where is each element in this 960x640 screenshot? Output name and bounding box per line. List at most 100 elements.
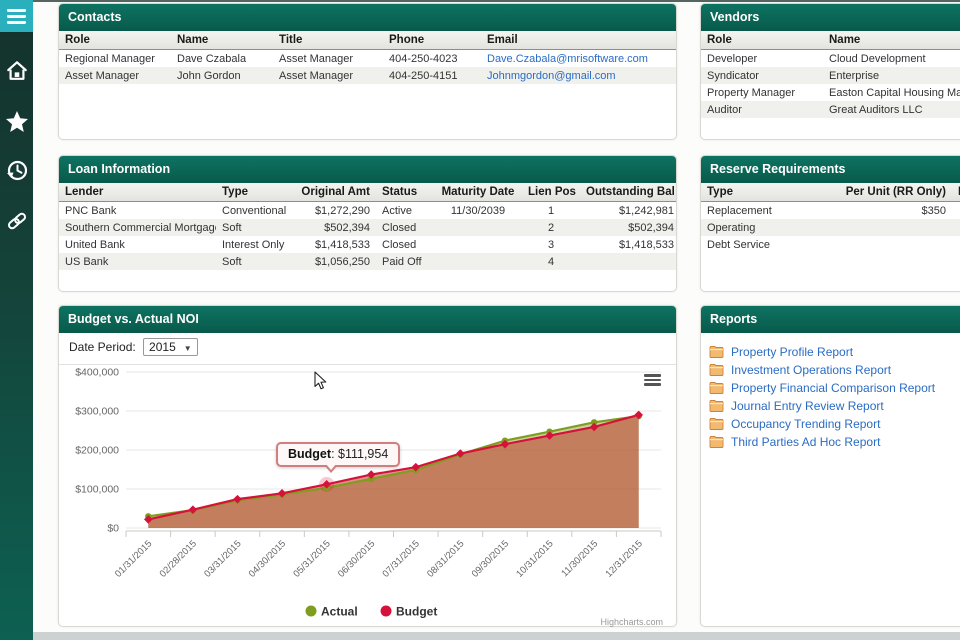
report-link[interactable]: Investment Operations Report: [731, 363, 891, 377]
reports-panel-title: Reports: [701, 306, 960, 333]
cell: 11/30/2039: [450, 204, 506, 217]
svg-text:07/31/2015: 07/31/2015: [381, 538, 422, 579]
favorites-star-icon[interactable]: [0, 104, 33, 138]
noi-chart: $0 $100,000 $200,000 $300,000 $400,000 01/31/…: [59, 365, 676, 632]
cell: [818, 219, 952, 236]
cell: $1,272,290: [314, 204, 370, 217]
date-period-select[interactable]: 2015 ▼: [143, 338, 198, 356]
table-row: Developer Cloud Development: [701, 50, 960, 68]
table-row: United Bank Interest Only $1,418,533 Closed…: [59, 236, 676, 253]
report-link-item[interactable]: Occupancy Trending Report: [707, 417, 960, 431]
report-link[interactable]: Property Financial Comparison Report: [731, 381, 935, 395]
home-icon[interactable]: [0, 54, 33, 88]
cell: [952, 236, 960, 253]
column-header: Name: [171, 31, 273, 50]
svg-text:$100,000: $100,000: [75, 484, 119, 496]
reserve-requirements-panel: Reserve Requirements Type Per Unit (RR On…: [700, 155, 960, 292]
table-row: PNC Bank Conventional $1,272,290 Active 11/3…: [59, 202, 676, 220]
email-link[interactable]: Johnmgordon@gmail.com: [487, 70, 616, 82]
cell: 404-250-4023: [389, 52, 458, 65]
svg-text:01/31/2015: 01/31/2015: [113, 538, 154, 579]
vendors-panel-title: Vendors: [701, 4, 960, 31]
column-header: Title: [273, 31, 383, 50]
svg-text:$200,000: $200,000: [75, 445, 119, 457]
cell: Soft: [222, 255, 242, 268]
folder-icon: [709, 418, 724, 430]
column-header: Role: [59, 31, 171, 50]
cell: Asset Manager: [279, 52, 353, 65]
svg-text:09/30/2015: 09/30/2015: [470, 538, 511, 579]
cell: Paid Off: [382, 255, 422, 268]
folder-icon: [709, 400, 724, 412]
vendors-table: Role Name Developer Cloud Development Syndic…: [701, 31, 960, 118]
cell: [580, 253, 676, 270]
cell: [434, 253, 522, 270]
folder-icon: [709, 346, 724, 358]
column-header: Type: [216, 183, 288, 202]
table-row: Property Manager Easton Capital Housing M…: [701, 84, 960, 101]
svg-text:08/31/2015: 08/31/2015: [425, 538, 466, 579]
cell: Regional Manager: [65, 52, 155, 65]
table-row: Southern Commercial Mortgage Soft $502,394…: [59, 219, 676, 236]
cell: Dave Czabala: [177, 52, 247, 65]
report-link-item[interactable]: Property Financial Comparison Report: [707, 381, 960, 395]
cell: [818, 236, 952, 253]
cell: 404-250-4151: [389, 69, 458, 82]
column-header: Lender: [59, 183, 216, 202]
reports-list: Property Profile Report Investment Opera…: [701, 333, 960, 461]
sidebar: [0, 0, 33, 640]
chart-tooltip: Budget: $111,954: [276, 442, 401, 473]
report-link-item[interactable]: Property Profile Report: [707, 345, 960, 359]
email-link[interactable]: Dave.Czabala@mrisoftware.com: [487, 53, 648, 65]
svg-text:04/30/2015: 04/30/2015: [247, 538, 288, 579]
cell: Active: [382, 204, 412, 217]
cell: Closed: [382, 221, 417, 234]
svg-text:10/31/2015: 10/31/2015: [514, 538, 555, 579]
svg-text:Highcharts.com: Highcharts.com: [600, 617, 663, 627]
table-row: Debt Service: [701, 236, 960, 253]
report-link[interactable]: Journal Entry Review Report: [731, 399, 884, 413]
cell: Johnmgordon@gmail.com: [481, 67, 676, 84]
cell: United Bank: [65, 238, 125, 251]
cell: [952, 219, 960, 236]
column-header: Email: [481, 31, 676, 50]
cell: Asset Manager: [65, 69, 139, 82]
chart-export-menu-icon[interactable]: [644, 374, 661, 387]
cell: PNC Bank: [65, 204, 117, 217]
date-period-row: Date Period: 2015 ▼: [59, 333, 676, 365]
budget-panel-title: Budget vs. Actual NOI: [59, 306, 676, 333]
chart-svg: $0 $100,000 $200,000 $300,000 $400,000 01/31/…: [75, 367, 663, 628]
column-header: Name: [823, 31, 960, 50]
cell: [434, 219, 522, 236]
cell: Replacement: [707, 204, 772, 217]
report-link[interactable]: Property Profile Report: [731, 345, 853, 359]
report-link-item[interactable]: Investment Operations Report: [707, 363, 960, 377]
link-chain-icon[interactable]: [0, 204, 33, 238]
cell: $1,056,250: [314, 255, 370, 268]
cell: Cloud Development: [829, 52, 926, 65]
cell: 2: [547, 221, 555, 234]
report-link-item[interactable]: Third Parties Ad Hoc Report: [707, 435, 960, 449]
svg-text:03/31/2015: 03/31/2015: [202, 538, 243, 579]
folder-icon: [709, 436, 724, 448]
report-link[interactable]: Occupancy Trending Report: [731, 417, 880, 431]
hamburger-menu-icon[interactable]: [0, 0, 33, 32]
budget-vs-actual-panel: Budget vs. Actual NOI Date Period: 2015 ▼…: [58, 305, 677, 627]
chevron-down-icon: ▼: [183, 344, 192, 353]
report-link[interactable]: Third Parties Ad Hoc Report: [731, 435, 880, 449]
report-link-item[interactable]: Journal Entry Review Report: [707, 399, 960, 413]
svg-text:12/31/2015: 12/31/2015: [603, 538, 644, 579]
loan-table: Lender Type Original Amt Status Maturity Dat…: [59, 183, 676, 270]
cell: Property Manager: [707, 86, 796, 99]
cell: [952, 202, 960, 220]
loan-information-panel: Loan Information Lender Type Original Amt S…: [58, 155, 677, 292]
cell: Interest Only: [222, 238, 285, 251]
table-row: Syndicator Enterprise: [701, 67, 960, 84]
cell: John Gordon: [177, 69, 241, 82]
column-header: Type: [701, 183, 818, 202]
history-clock-icon[interactable]: [0, 154, 33, 188]
column-header: Original Amt: [288, 183, 376, 202]
cell: 1: [547, 204, 555, 217]
contacts-table: Role Name Title Phone Email Regional Manager D…: [59, 31, 676, 84]
svg-text:$400,000: $400,000: [75, 367, 119, 379]
